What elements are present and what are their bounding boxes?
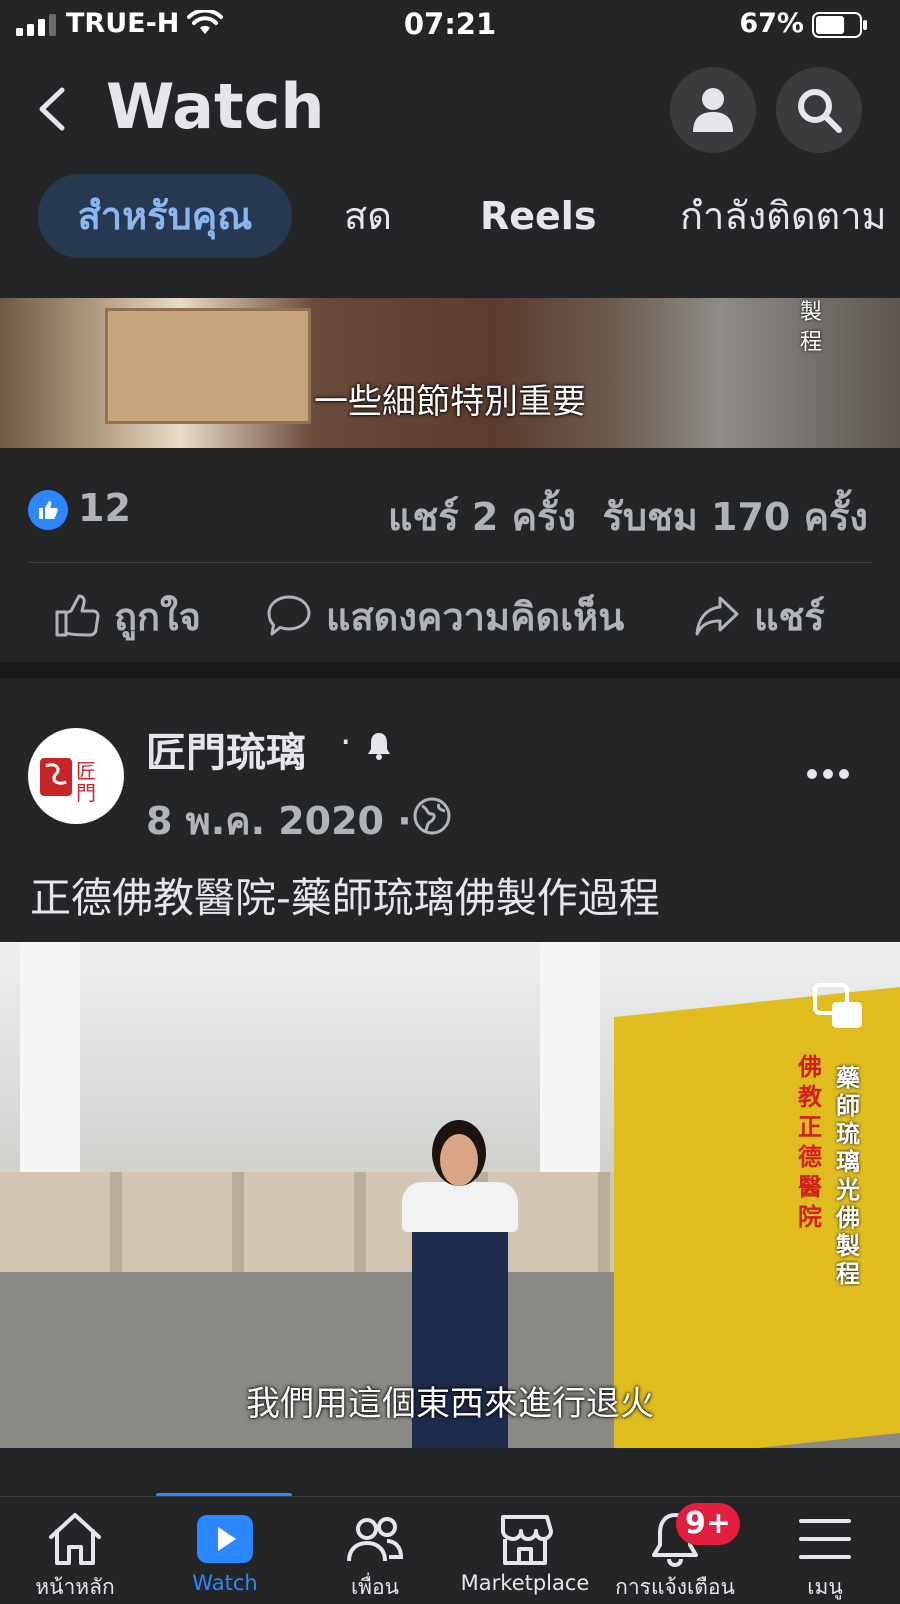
date-separator: ·	[397, 799, 412, 843]
nav-marketplace-label: Marketplace	[460, 1571, 590, 1595]
notification-badge: 9+	[676, 1503, 740, 1545]
menu-icon	[799, 1519, 851, 1559]
home-icon	[49, 1513, 101, 1565]
video-subtitle-2: 我們用這個東西來進行退火	[246, 1384, 654, 1424]
person-icon	[693, 88, 733, 132]
like-reaction-icon	[28, 490, 68, 530]
page-title: Watch	[106, 70, 325, 143]
tab-live[interactable]: สด	[344, 174, 392, 258]
svg-text:匠: 匠	[76, 759, 96, 783]
tab-following[interactable]: กำลังติดตาม	[680, 174, 887, 258]
like-button-label: ถูกใจ	[114, 594, 201, 639]
separator-dot: ·	[340, 722, 352, 763]
divider	[28, 562, 872, 563]
picture-in-picture-icon[interactable]	[812, 982, 864, 1032]
globe-icon	[413, 797, 451, 835]
nav-marketplace[interactable]: Marketplace	[450, 1497, 600, 1601]
post-title: 正德佛教醫院-藥師琉璃佛製作過程	[30, 874, 660, 922]
video-person-face	[440, 1134, 478, 1186]
video-side-text-1: 藥師琉璃光佛製程	[836, 1064, 860, 1288]
feed-separator	[0, 662, 900, 678]
nav-watch-label: Watch	[192, 1571, 258, 1595]
video-person-top	[402, 1182, 518, 1232]
shares-views: แชร์ 2 ครั้ง รับชม 170 ครั้ง	[388, 486, 868, 547]
svg-text:門: 門	[76, 781, 96, 805]
nav-notifications-label: การแจ้งเตือน	[615, 1575, 735, 1599]
nav-menu[interactable]: เมนู	[750, 1497, 900, 1601]
chevron-left-icon[interactable]	[32, 86, 72, 132]
nav-menu-label: เมนู	[807, 1575, 843, 1599]
video-player-2[interactable]: 藥師琉璃光佛製程 佛教正德醫院 我們用這個東西來進行退火	[0, 942, 900, 1448]
friends-icon	[347, 1517, 404, 1562]
more-options-icon[interactable]	[806, 766, 850, 782]
battery-icon	[812, 12, 867, 38]
tab-reels[interactable]: Reels	[480, 174, 596, 258]
video-side-text-2: 佛教正德醫院	[798, 1053, 822, 1231]
page-logo-icon: 匠 門	[40, 758, 96, 805]
like-count[interactable]: 12	[78, 486, 131, 530]
thumbs-up-icon	[55, 594, 100, 637]
post-date-text: 8 พ.ค. 2020	[146, 799, 385, 843]
marketplace-icon	[501, 1515, 553, 1565]
video-player[interactable]: 一些細節特別重要 製程	[0, 298, 900, 448]
tab-for-you[interactable]: สำหรับคุณ	[38, 174, 292, 258]
bell-icon[interactable]	[364, 730, 394, 762]
nav-watch[interactable]: Watch	[150, 1497, 300, 1601]
battery-percent: 67%	[739, 8, 804, 39]
page-name[interactable]: 匠門琉璃	[146, 720, 306, 778]
search-icon	[798, 89, 842, 133]
video-scene-bags	[0, 1172, 620, 1282]
share-button[interactable]: แชร์	[694, 588, 825, 644]
share-arrow-icon	[695, 596, 739, 636]
nav-friends-label: เพื่อน	[351, 1575, 399, 1599]
profile-button[interactable]	[670, 67, 756, 153]
watch-play-icon	[197, 1515, 253, 1563]
avatar[interactable]: 匠 門	[28, 728, 124, 824]
comment-button-label: แสดงความคิดเห็น	[326, 594, 625, 639]
video-subtitle: 一些細節特別重要	[314, 382, 586, 422]
bottom-navigation: หน้าหลัก Watch เพื่อน Marketplace การแจ้…	[0, 1496, 900, 1601]
comment-icon	[267, 595, 311, 636]
status-bar: TRUE-H 07:21 67%	[0, 0, 900, 50]
share-button-label: แชร์	[754, 594, 825, 639]
nav-home-label: หน้าหลัก	[35, 1575, 115, 1599]
post-date: 8 พ.ค. 2020 ·	[146, 790, 412, 851]
like-button[interactable]: ถูกใจ	[54, 588, 201, 644]
video-side-text: 製程	[799, 300, 822, 355]
view-count: รับชม 170 ครั้ง	[602, 495, 868, 539]
nav-friends[interactable]: เพื่อน	[300, 1497, 450, 1601]
nav-home[interactable]: หน้าหลัก	[0, 1497, 150, 1601]
search-button[interactable]	[776, 67, 862, 153]
comment-button[interactable]: แสดงความคิดเห็น	[266, 588, 624, 644]
share-count[interactable]: แชร์ 2 ครั้ง	[388, 495, 576, 539]
